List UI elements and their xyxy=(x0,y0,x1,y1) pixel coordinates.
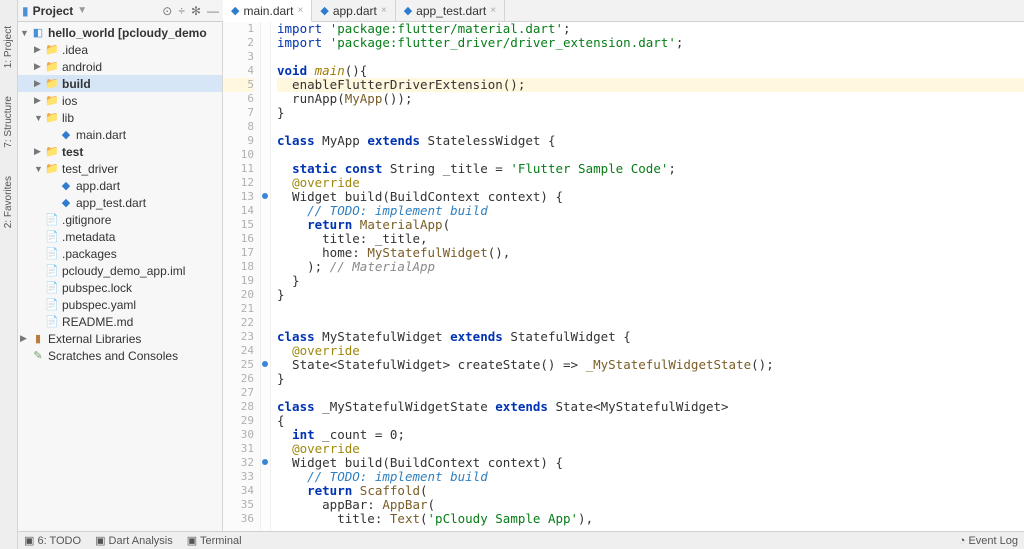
scratches-and-consoles[interactable]: ✎ Scratches and Consoles xyxy=(18,347,222,364)
override-gutter-icon[interactable] xyxy=(262,459,268,465)
tool-favorites[interactable]: 2: Favorites xyxy=(3,172,14,232)
editor-panel: 1234567891011121314151617181920212223242… xyxy=(223,22,1024,531)
code-line[interactable]: void main(){ xyxy=(277,64,1024,78)
code-line[interactable]: @override xyxy=(277,344,1024,358)
code-line[interactable]: // TODO: implement build xyxy=(277,204,1024,218)
code-line[interactable]: ); // MaterialApp xyxy=(277,260,1024,274)
code-line[interactable]: appBar: AppBar( xyxy=(277,498,1024,512)
tree-item[interactable]: ◆main.dart xyxy=(18,126,222,143)
tree-item[interactable]: 📄.packages xyxy=(18,245,222,262)
code-line[interactable]: @override xyxy=(277,176,1024,190)
code-line[interactable]: import 'package:flutter_driver/driver_ex… xyxy=(277,36,1024,50)
code-line[interactable] xyxy=(277,302,1024,316)
tree-item[interactable]: ▼📁lib xyxy=(18,109,222,126)
code-line[interactable]: enableFlutterDriverExtension(); xyxy=(277,78,1024,92)
hide-icon[interactable]: — xyxy=(207,4,219,18)
tree-item[interactable]: ▶📁.idea xyxy=(18,41,222,58)
project-root[interactable]: ▼ ◧ hello_world [pcloudy_demo xyxy=(18,24,222,41)
code-line[interactable]: return Scaffold( xyxy=(277,484,1024,498)
close-icon[interactable]: × xyxy=(298,5,304,16)
tool-structure[interactable]: 7: Structure xyxy=(3,92,14,152)
code-line[interactable]: runApp(MyApp()); xyxy=(277,92,1024,106)
external-libraries[interactable]: ▶▮ External Libraries xyxy=(18,330,222,347)
dart-file-icon: ◆ xyxy=(404,4,412,17)
dart-file-icon: ◆ xyxy=(231,4,239,17)
code-line[interactable]: static const String _title = 'Flutter Sa… xyxy=(277,162,1024,176)
code-editor[interactable]: 1234567891011121314151617181920212223242… xyxy=(223,22,1024,531)
code-line[interactable] xyxy=(277,386,1024,400)
tree-item[interactable]: ▼📁test_driver xyxy=(18,160,222,177)
tab-app_test-dart[interactable]: ◆app_test.dart× xyxy=(396,0,505,21)
collapse-all-icon[interactable]: ⊙ xyxy=(162,4,172,18)
tree-item[interactable]: 📄.gitignore xyxy=(18,211,222,228)
code-line[interactable] xyxy=(277,148,1024,162)
code-line[interactable]: home: MyStatefulWidget(), xyxy=(277,246,1024,260)
code-line[interactable]: class MyStatefulWidget extends StatefulW… xyxy=(277,330,1024,344)
tree-item[interactable]: ▶📁build xyxy=(18,75,222,92)
select-open-icon[interactable]: ÷ xyxy=(178,4,185,18)
tree-item[interactable]: ◆app_test.dart xyxy=(18,194,222,211)
tree-item[interactable]: ▶📁android xyxy=(18,58,222,75)
tree-item[interactable]: 📄pubspec.lock xyxy=(18,279,222,296)
code-line[interactable]: } xyxy=(277,106,1024,120)
tree-item[interactable]: 📄pubspec.yaml xyxy=(18,296,222,313)
project-panel-title: Project xyxy=(33,4,74,18)
code-line[interactable]: State<StatefulWidget> createState() => _… xyxy=(277,358,1024,372)
tree-item[interactable]: 📄README.md xyxy=(18,313,222,330)
project-icon: ▮ xyxy=(22,4,29,18)
tree-item[interactable]: 📄.metadata xyxy=(18,228,222,245)
code-line[interactable] xyxy=(277,50,1024,64)
override-gutter-icon[interactable] xyxy=(262,193,268,199)
bottom-terminal[interactable]: ▣ Terminal xyxy=(187,534,242,547)
code-line[interactable]: Widget build(BuildContext context) { xyxy=(277,190,1024,204)
code-line[interactable]: @override xyxy=(277,442,1024,456)
tree-item[interactable]: 📄pcloudy_demo_app.iml xyxy=(18,262,222,279)
editor-tab-bar: ◆main.dart×◆app.dart×◆app_test.dart× xyxy=(223,0,1024,22)
left-tool-strip: 1: Project 7: Structure 2: Favorites xyxy=(0,0,18,549)
code-line[interactable]: class MyApp extends StatelessWidget { xyxy=(277,134,1024,148)
tab-app-dart[interactable]: ◆app.dart× xyxy=(312,0,395,21)
event-log-button[interactable]: ◔ Event Log xyxy=(959,535,1018,547)
code-line[interactable]: } xyxy=(277,288,1024,302)
settings-icon[interactable]: ✻ xyxy=(191,4,201,18)
bottom-tool-bar: ▣ 6: TODO ▣ Dart Analysis ▣ Terminal ◔ Eve… xyxy=(18,531,1024,549)
code-line[interactable]: import 'package:flutter/material.dart'; xyxy=(277,22,1024,36)
code-line[interactable] xyxy=(277,316,1024,330)
code-line[interactable]: // TODO: implement build xyxy=(277,470,1024,484)
code-line[interactable]: } xyxy=(277,274,1024,288)
tool-project[interactable]: 1: Project xyxy=(3,22,14,72)
code-line[interactable]: title: Text('pCloudy Sample App'), xyxy=(277,512,1024,526)
code-line[interactable] xyxy=(277,120,1024,134)
project-tree[interactable]: ▼ ◧ hello_world [pcloudy_demo ▶📁.idea▶📁a… xyxy=(18,22,223,531)
code-line[interactable]: Widget build(BuildContext context) { xyxy=(277,456,1024,470)
code-line[interactable]: return MaterialApp( xyxy=(277,218,1024,232)
bottom-todo[interactable]: ▣ 6: TODO xyxy=(24,534,81,547)
tree-item[interactable]: ▶📁test xyxy=(18,143,222,160)
project-panel-header: ▮ Project ▼ ⊙ ÷ ✻ — xyxy=(18,0,223,22)
override-gutter-icon[interactable] xyxy=(262,361,268,367)
bottom-dart[interactable]: ▣ Dart Analysis xyxy=(95,534,173,547)
code-line[interactable]: class _MyStatefulWidgetState extends Sta… xyxy=(277,400,1024,414)
close-icon[interactable]: × xyxy=(381,5,387,16)
code-line[interactable]: } xyxy=(277,372,1024,386)
tree-item[interactable]: ◆app.dart xyxy=(18,177,222,194)
dart-file-icon: ◆ xyxy=(320,4,328,17)
tab-main-dart[interactable]: ◆main.dart× xyxy=(223,0,312,22)
tree-item[interactable]: ▶📁ios xyxy=(18,92,222,109)
close-icon[interactable]: × xyxy=(490,5,496,16)
code-line[interactable]: title: _title, xyxy=(277,232,1024,246)
code-line[interactable]: { xyxy=(277,414,1024,428)
code-line[interactable]: int _count = 0; xyxy=(277,428,1024,442)
